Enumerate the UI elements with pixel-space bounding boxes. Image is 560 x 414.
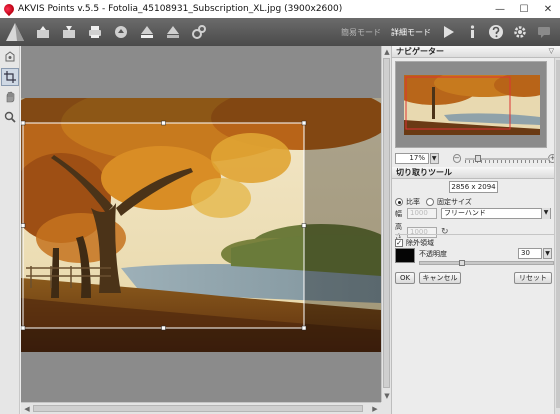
image-canvas[interactable]	[21, 46, 381, 402]
open-icon[interactable]	[30, 19, 56, 45]
reset-button[interactable]: リセット	[514, 272, 552, 284]
crop-tool-section: 切り取りツール	[392, 167, 560, 179]
shade-color-swatch[interactable]	[395, 248, 415, 263]
opacity-label: 不透明度	[419, 250, 447, 258]
resize-grip-icon[interactable]	[381, 402, 391, 414]
window-title: AKVIS Points v.5.5 - Fotolia_45108931_Su…	[18, 4, 343, 14]
crop-mode-row: 比率 固定サイズ	[395, 197, 472, 207]
scroll-right-icon[interactable]: ▶	[370, 404, 380, 414]
width-label: 幅	[395, 209, 402, 218]
exclude-row: ✓ 除外領域	[395, 238, 434, 248]
toolbar-right: 簡易モード 詳細モード	[338, 18, 554, 46]
navigator-preview[interactable]	[395, 61, 547, 148]
crop-dimensions: 2856 x 2094	[449, 181, 498, 193]
vertical-scroll-thumb[interactable]	[383, 58, 390, 388]
exclude-checkbox[interactable]: ✓	[395, 239, 403, 247]
cancel-button[interactable]: キャンセル	[419, 272, 461, 284]
window-controls: — ☐ ✕	[488, 0, 560, 18]
save-icon[interactable]	[56, 19, 82, 45]
vertical-scrollbar[interactable]: ▲ ▼	[381, 46, 391, 402]
app-icon	[1, 1, 17, 17]
minimize-button[interactable]: —	[488, 0, 512, 18]
scroll-left-icon[interactable]: ◀	[22, 404, 32, 414]
horizontal-scroll-thumb[interactable]	[33, 405, 363, 412]
gear-cluster-icon[interactable]	[186, 19, 212, 45]
settings-icon[interactable]	[510, 22, 530, 42]
width-field[interactable]: 1000	[407, 208, 437, 219]
opacity-field[interactable]: 30	[518, 248, 542, 259]
maximize-button[interactable]: ☐	[512, 0, 536, 18]
share-icon[interactable]	[108, 19, 134, 45]
zoom-out-button[interactable]: −	[452, 153, 462, 163]
main-toolbar: 簡易モード 詳細モード	[0, 18, 560, 46]
navigator-thumbnail	[404, 75, 540, 135]
exclude-label: 除外領域	[406, 239, 434, 247]
separator	[395, 234, 557, 235]
export-icon[interactable]	[160, 19, 186, 45]
panel-scroll-thumb[interactable]	[556, 60, 560, 408]
preset-dropdown[interactable]: フリーハンド ▼	[441, 208, 551, 219]
ratio-radio[interactable]	[395, 198, 403, 206]
opacity-dropdown-icon[interactable]: ▼	[543, 248, 552, 259]
tools-panel	[0, 46, 20, 414]
navigator-header: ナビゲーター ▽	[392, 46, 560, 58]
zoom-dropdown-icon[interactable]: ▼	[429, 152, 439, 164]
help-icon[interactable]	[486, 22, 506, 42]
fixed-size-label: 固定サイズ	[437, 198, 472, 206]
run-icon[interactable]	[438, 22, 458, 42]
close-button[interactable]: ✕	[536, 0, 560, 18]
title-bar: AKVIS Points v.5.5 - Fotolia_45108931_Su…	[0, 0, 560, 18]
horizontal-scrollbar[interactable]: ◀ ▶	[21, 402, 381, 414]
navigator-title: ナビゲーター	[396, 47, 444, 56]
opacity-slider-knob[interactable]	[458, 260, 465, 266]
simple-mode-button[interactable]: 簡易モード	[338, 27, 384, 38]
upload-icon[interactable]	[134, 19, 160, 45]
hand-tool-icon[interactable]	[1, 48, 19, 66]
akvis-logo	[0, 18, 30, 46]
width-row: 幅 1000 フリーハンド ▼	[395, 208, 551, 219]
preset-value: フリーハンド	[444, 209, 486, 217]
app-window: AKVIS Points v.5.5 - Fotolia_45108931_Su…	[0, 0, 560, 414]
ratio-label: 比率	[406, 198, 420, 206]
panel-scrollbar[interactable]	[554, 58, 560, 414]
zoom-row: 17% ▼ − +	[395, 152, 558, 164]
zoom-icon[interactable]	[1, 108, 19, 126]
opacity-slider[interactable]	[419, 260, 554, 266]
advanced-mode-button[interactable]: 詳細モード	[388, 27, 434, 38]
chat-icon[interactable]	[534, 22, 554, 42]
info-icon[interactable]	[462, 22, 482, 42]
fixed-size-radio[interactable]	[426, 198, 434, 206]
height-field[interactable]: 1000	[407, 226, 437, 238]
collapse-icon[interactable]: ▽	[549, 46, 554, 57]
swap-icon[interactable]: ↻	[441, 227, 449, 237]
crop-tool-header: 切り取りツール	[392, 167, 560, 179]
pan-icon[interactable]	[1, 88, 19, 106]
zoom-slider-knob[interactable]	[474, 154, 481, 162]
print-icon[interactable]	[82, 19, 108, 45]
zoom-slider[interactable]	[465, 153, 551, 164]
autumn-photo	[21, 98, 381, 352]
settings-panel: ナビゲーター ▽ 17% ▼ − + 切り取りツール 2856 x 2094 比…	[391, 46, 560, 414]
dropdown-arrow-icon[interactable]: ▼	[541, 208, 550, 219]
ok-button[interactable]: OK	[395, 272, 415, 284]
crop-tool-title: 切り取りツール	[396, 168, 452, 177]
crop-tool-icon[interactable]	[1, 68, 19, 86]
zoom-field[interactable]: 17%	[395, 152, 429, 164]
